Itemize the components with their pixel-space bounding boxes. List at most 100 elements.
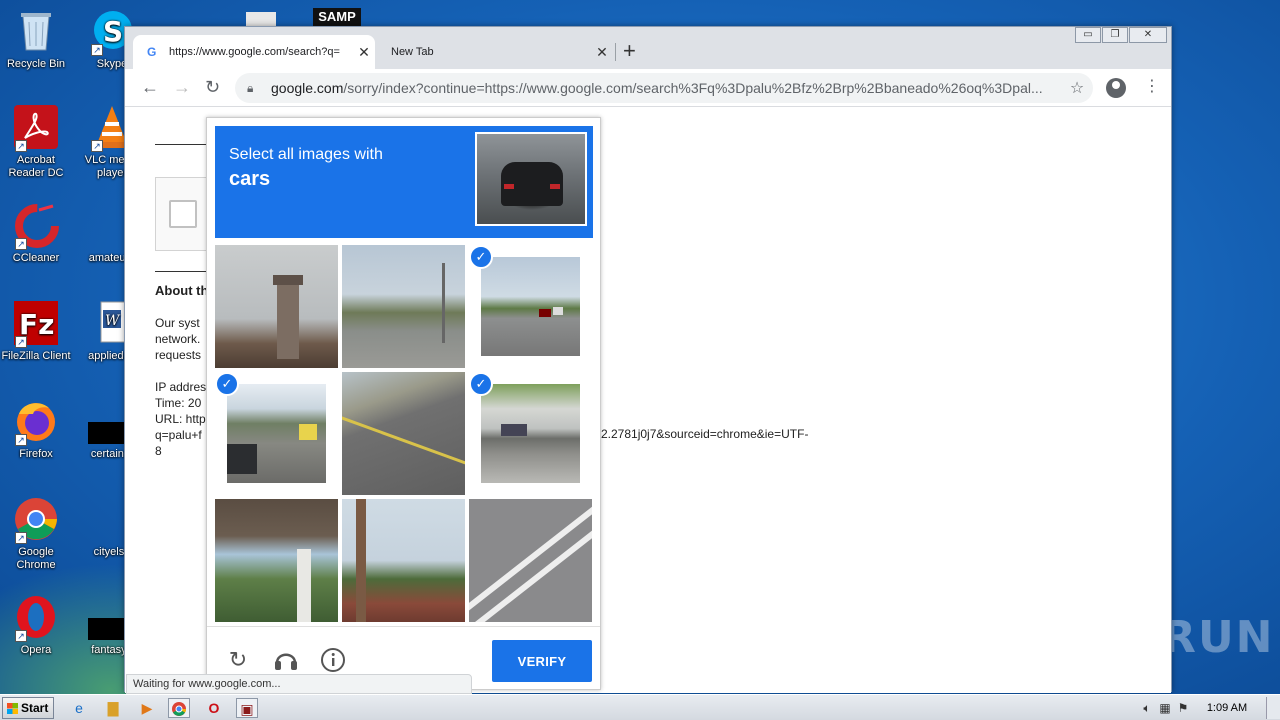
desktop-icon-recycle-bin[interactable]: Recycle Bin xyxy=(0,8,74,71)
speaker-icon[interactable]: 🔈︎ xyxy=(1138,701,1156,716)
selected-check-icon: ✓ xyxy=(215,372,239,396)
captcha-tile-6[interactable]: ✓ xyxy=(469,372,592,495)
url-tail-text: 2.2781j0j7&sourceid=chrome&ie=UTF- xyxy=(601,427,809,441)
about-heading: About th xyxy=(155,283,209,298)
samp-icon: SAMP xyxy=(313,8,361,26)
captcha-target: cars xyxy=(229,168,271,190)
captcha-tile-9[interactable] xyxy=(469,499,592,622)
reload-icon[interactable]: ↻ xyxy=(205,77,220,97)
audio-challenge-icon[interactable] xyxy=(273,647,299,673)
system-tray: 🔈︎ ▦ ⚑ 1:09 AM xyxy=(1138,695,1280,720)
browser-toolbar: ← → ↻ 🔒︎ google.com/sorry/index?continue… xyxy=(125,69,1171,107)
desktop-icon-filezilla[interactable]: Fz ↗ FileZilla Client xyxy=(0,300,74,363)
url-text: google.com/sorry/index?continue=https://… xyxy=(271,80,1043,96)
restore-button[interactable]: ❐ xyxy=(1102,27,1128,43)
app-taskbar-icon[interactable]: ▣ xyxy=(236,698,258,718)
show-desktop-button[interactable] xyxy=(1266,697,1280,719)
clock[interactable]: 1:09 AM xyxy=(1192,702,1262,714)
desktop-icon-opera[interactable]: ↗ Opera xyxy=(0,594,74,657)
lock-icon: 🔒︎ xyxy=(247,80,254,95)
ip-info-line: q=palu+f xyxy=(155,428,202,442)
captcha-tile-4[interactable]: ✓ xyxy=(215,372,338,495)
captcha-tile-5[interactable] xyxy=(342,372,465,495)
acrobat-icon: ↗ xyxy=(13,104,59,152)
close-tab-icon[interactable]: ✕ xyxy=(591,44,613,61)
explorer-folder-icon[interactable]: ▇ xyxy=(102,698,124,718)
ccleaner-icon: ↗ xyxy=(13,202,59,250)
desktop-icon-chrome[interactable]: ↗ Google Chrome xyxy=(0,496,74,572)
desktop-icon-label: Google Chrome xyxy=(16,546,56,571)
redacted-thumbnail xyxy=(88,422,124,444)
ip-info-line: IP addres xyxy=(155,380,207,394)
close-tab-icon[interactable]: ✕ xyxy=(353,44,375,61)
new-tab-plus-icon[interactable]: + xyxy=(623,39,636,63)
captcha-tile-3[interactable]: ✓ xyxy=(469,245,592,368)
desktop-icon-ccleaner[interactable]: ↗ CCleaner xyxy=(0,202,74,265)
redacted-thumbnail xyxy=(88,618,124,640)
svg-text:S: S xyxy=(103,15,123,48)
profile-avatar-icon[interactable] xyxy=(1106,78,1126,98)
chrome-taskbar-icon[interactable] xyxy=(168,698,190,718)
shortcut-arrow-icon: ↗ xyxy=(91,140,103,152)
selected-check-icon: ✓ xyxy=(469,245,493,269)
recycle-bin-icon xyxy=(13,8,59,54)
bookmark-star-icon[interactable]: ☆ xyxy=(1061,78,1093,98)
captcha-header: Select all images with cars xyxy=(215,126,593,238)
ie-icon[interactable]: e xyxy=(68,698,90,718)
tab-google-search[interactable]: G https://www.google.com/search?q= ✕ xyxy=(133,35,375,69)
desktop-icon-label: Opera xyxy=(20,644,52,656)
status-bubble: Waiting for www.google.com... xyxy=(126,674,472,694)
shortcut-arrow-icon: ↗ xyxy=(15,140,27,152)
captcha-tile-1[interactable] xyxy=(215,245,338,368)
verify-button[interactable]: VERIFY xyxy=(492,640,592,682)
firefox-icon: ↗ xyxy=(13,398,59,446)
window-controls: ▭ ❐ ✕ xyxy=(1074,27,1167,43)
address-bar[interactable]: 🔒︎ google.com/sorry/index?continue=https… xyxy=(235,73,1093,103)
tab-title: https://www.google.com/search?q= xyxy=(169,46,340,58)
page-paragraph-line: Our syst xyxy=(155,316,200,330)
recaptcha-checkbox[interactable] xyxy=(169,200,197,228)
minimize-button[interactable]: ▭ xyxy=(1075,27,1101,43)
media-player-icon[interactable]: ▶ xyxy=(136,698,158,718)
selected-check-icon: ✓ xyxy=(469,372,493,396)
flag-icon[interactable]: ⚑ xyxy=(1174,701,1192,715)
start-button[interactable]: Start xyxy=(2,697,54,719)
captcha-tile-7[interactable] xyxy=(215,499,338,622)
chrome-icon: ↗ xyxy=(13,496,59,544)
network-icon[interactable]: ▦ xyxy=(1156,701,1174,715)
desktop-icon-label: Firefox xyxy=(19,448,53,460)
close-window-button[interactable]: ✕ xyxy=(1129,27,1167,43)
shortcut-arrow-icon: ↗ xyxy=(15,532,27,544)
recaptcha-widget[interactable] xyxy=(155,177,211,251)
partial-file-icon xyxy=(246,12,276,26)
desktop-icon-label: Acrobat Reader DC xyxy=(8,154,64,179)
page-paragraph-line: network. xyxy=(155,332,201,346)
desktop-icon-firefox[interactable]: ↗ Firefox xyxy=(0,398,74,461)
shortcut-arrow-icon: ↗ xyxy=(15,336,27,348)
page-paragraph-line: requests xyxy=(155,348,202,362)
tab-new-tab[interactable]: New Tab ✕ xyxy=(377,35,613,69)
shortcut-arrow-icon: ↗ xyxy=(15,630,27,642)
forward-arrow-icon[interactable]: → xyxy=(173,77,191,97)
shortcut-arrow-icon: ↗ xyxy=(91,44,103,56)
back-arrow-icon[interactable]: ← xyxy=(141,77,159,97)
captcha-tile-8[interactable] xyxy=(342,499,465,622)
reload-challenge-icon[interactable]: ↻ xyxy=(225,647,251,673)
ip-info-line: URL: http xyxy=(155,412,206,426)
tab-separator xyxy=(615,43,616,61)
opera-taskbar-icon[interactable]: O xyxy=(203,698,225,718)
menu-kebab-icon[interactable]: ⋮ xyxy=(1144,77,1160,97)
desktop-icon-label: CCleaner xyxy=(12,252,60,264)
opera-icon: ↗ xyxy=(13,594,59,642)
captcha-instruction: Select all images with xyxy=(229,146,383,163)
shortcut-arrow-icon: ↗ xyxy=(15,238,27,250)
ip-info-line: 8 xyxy=(155,444,162,458)
info-icon[interactable] xyxy=(320,647,346,673)
tab-title: New Tab xyxy=(391,46,434,58)
captcha-tile-2[interactable] xyxy=(342,245,465,368)
sample-car-image xyxy=(475,132,587,226)
shortcut-arrow-icon: ↗ xyxy=(15,434,27,446)
desktop-icon-acrobat[interactable]: ↗ Acrobat Reader DC xyxy=(0,104,74,180)
google-favicon-icon: G xyxy=(147,45,157,59)
tab-strip: G https://www.google.com/search?q= ✕ New… xyxy=(125,27,1171,69)
